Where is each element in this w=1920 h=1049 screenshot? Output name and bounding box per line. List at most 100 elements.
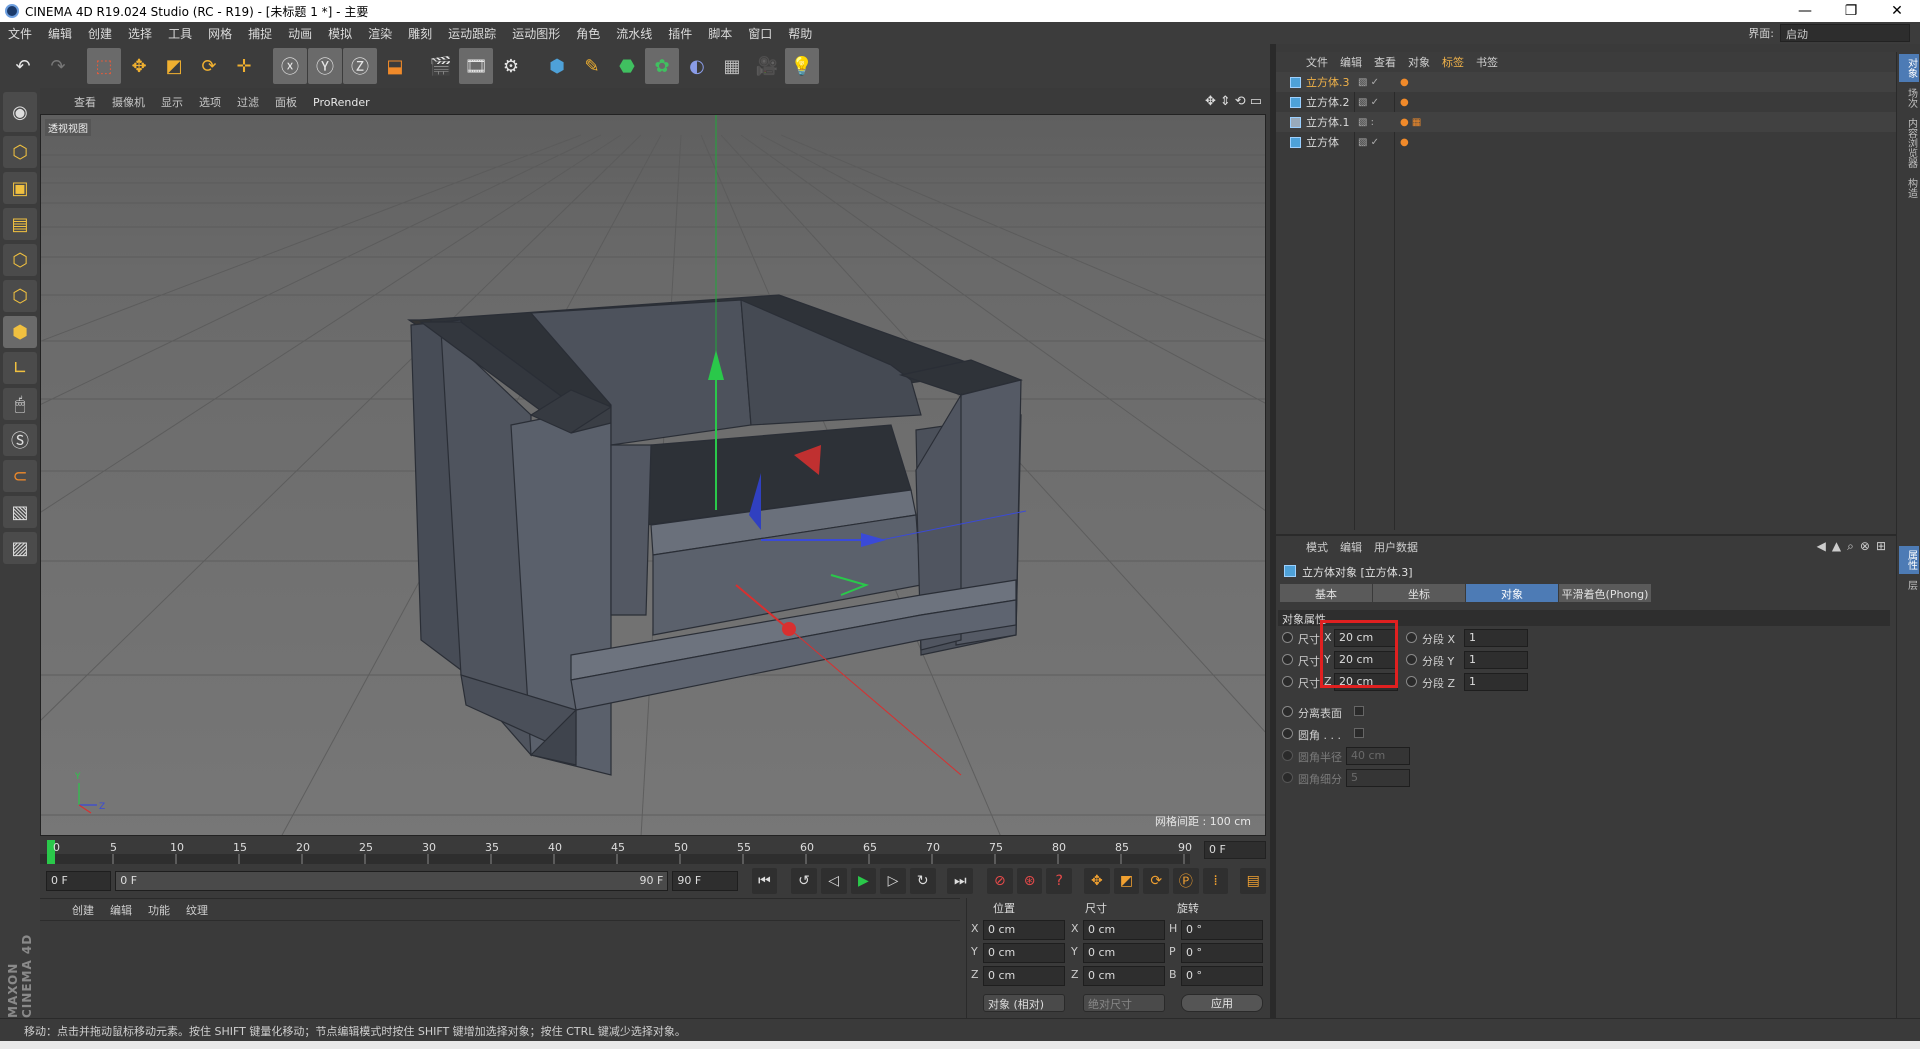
viewport-menu-options[interactable]: 选项	[191, 94, 229, 110]
maximize-view-icon[interactable]: ▭	[1250, 94, 1262, 109]
animate-radio[interactable]	[1282, 706, 1293, 717]
material-menu-edit[interactable]: 编辑	[102, 902, 140, 918]
objmgr-menu-edit[interactable]: 编辑	[1334, 54, 1368, 70]
workplane-lock-icon[interactable]: ▧	[3, 496, 37, 528]
animate-radio[interactable]	[1406, 632, 1417, 643]
rotate-icon[interactable]: ⟳	[192, 48, 226, 84]
visibility-flags-icon[interactable]: ▧ :	[1358, 117, 1374, 128]
visibility-flags-icon[interactable]: ▧ ✓	[1358, 77, 1379, 88]
animate-radio[interactable]	[1282, 728, 1293, 739]
minimize-button[interactable]: —	[1782, 0, 1828, 22]
viewport-menu-panel[interactable]: 面板	[267, 94, 305, 110]
floor-icon[interactable]: ▦	[715, 48, 749, 84]
next-frame-icon[interactable]: ▷	[880, 868, 906, 894]
object-row[interactable]: 立方体.3 ▧ ✓ ●	[1276, 72, 1896, 92]
phong-tag-icon[interactable]: ●	[1400, 137, 1409, 148]
menu-script[interactable]: 脚本	[700, 25, 740, 42]
separate-surfaces-checkbox[interactable]	[1354, 706, 1364, 716]
go-to-start-icon[interactable]: ⏮	[751, 868, 778, 894]
start-frame-field[interactable]: 0 F	[46, 871, 112, 891]
menu-mograph[interactable]: 运动图形	[504, 25, 568, 42]
render-view-icon[interactable]: 🎬	[424, 48, 458, 84]
size-y-field[interactable]: 0 cm	[1083, 943, 1165, 963]
objmgr-menu-tags[interactable]: 标签	[1436, 54, 1470, 70]
apply-button[interactable]: 应用	[1181, 994, 1263, 1012]
record-keys-icon[interactable]: ⊘	[987, 868, 1013, 894]
rotation-b-field[interactable]: 0 °	[1181, 966, 1263, 986]
points-mode-icon[interactable]: ⬡	[3, 244, 37, 276]
deformer-icon[interactable]: ◐	[680, 48, 714, 84]
end-frame-field[interactable]: 90 F	[672, 871, 738, 891]
close-button[interactable]: ✕	[1874, 0, 1920, 22]
coord-mode-dropdown[interactable]: 对象 (相对)	[983, 994, 1065, 1012]
material-menu-function[interactable]: 功能	[140, 902, 178, 918]
model-mode-icon[interactable]: ⬡	[3, 136, 37, 168]
menu-pipeline[interactable]: 流水线	[608, 25, 660, 42]
cube-object-icon[interactable]: ⬢	[540, 48, 574, 84]
autokey-icon[interactable]: ⊛	[1016, 868, 1043, 894]
render-settings-icon[interactable]: ⚙	[494, 48, 528, 84]
menu-render[interactable]: 渲染	[360, 25, 400, 42]
next-key-icon[interactable]: ↻	[909, 868, 936, 894]
viewport-menu-filter[interactable]: 过滤	[229, 94, 267, 110]
animate-radio[interactable]	[1282, 654, 1293, 665]
tweak-mode-icon[interactable]: 🖱	[3, 388, 37, 420]
previous-key-icon[interactable]: ↺	[791, 868, 817, 894]
make-editable-icon[interactable]: ◉	[3, 92, 37, 132]
phong-tag-icon[interactable]: ●	[1400, 97, 1409, 108]
perspective-viewport[interactable]: Y Z 透视视图 网格间距 : 100 cm	[40, 114, 1266, 836]
animate-radio[interactable]	[1282, 676, 1293, 687]
menu-file[interactable]: 文件	[0, 25, 40, 42]
animate-radio[interactable]	[1406, 676, 1417, 687]
live-selection-icon[interactable]: ⬚	[87, 48, 121, 84]
redo-icon[interactable]: ↷	[41, 48, 75, 84]
go-to-end-icon[interactable]: ⏭	[947, 868, 974, 894]
menu-mesh[interactable]: 网格	[200, 25, 240, 42]
render-picture-viewer-icon[interactable]: 🎞	[459, 48, 493, 84]
key-rotation-icon[interactable]: ⟳	[1143, 868, 1170, 894]
cloner-icon[interactable]: ✿	[645, 48, 679, 84]
position-y-field[interactable]: 0 cm	[983, 943, 1065, 963]
menu-character[interactable]: 角色	[568, 25, 608, 42]
objmgr-menu-bookmarks[interactable]: 书签	[1470, 54, 1504, 70]
menu-animate[interactable]: 动画	[280, 25, 320, 42]
tab-basic[interactable]: 基本	[1280, 584, 1372, 602]
object-name[interactable]: 立方体.2	[1306, 94, 1350, 110]
scale-icon[interactable]: ◩	[157, 48, 191, 84]
attr-menu-edit[interactable]: 编辑	[1334, 539, 1368, 555]
timeline-window-icon[interactable]: ▤	[1240, 868, 1267, 894]
transform-icon[interactable]: ✛	[227, 48, 261, 84]
undo-icon[interactable]: ↶	[6, 48, 40, 84]
menu-sculpt[interactable]: 雕刻	[400, 25, 440, 42]
pan-icon[interactable]: ✥	[1205, 94, 1216, 109]
camera-icon[interactable]: 🎥	[750, 48, 784, 84]
orbit-icon[interactable]: ⟲	[1235, 94, 1246, 109]
snap-icon[interactable]: Ⓢ	[3, 424, 37, 456]
play-icon[interactable]: ▶	[850, 868, 877, 894]
position-x-field[interactable]: 0 cm	[983, 920, 1065, 940]
edges-mode-icon[interactable]: ⬡	[3, 280, 37, 312]
dock-tab-structure[interactable]: 构造	[1899, 174, 1919, 202]
animate-radio[interactable]	[1282, 772, 1293, 783]
menu-motion-tracking[interactable]: 运动跟踪	[440, 25, 504, 42]
dock-tab-layers[interactable]: 层	[1899, 576, 1919, 594]
lock-icon[interactable]: ⊗	[1860, 539, 1870, 554]
menu-help[interactable]: 帮助	[780, 25, 820, 42]
size-z-field[interactable]: 0 cm	[1083, 966, 1165, 986]
tab-object[interactable]: 对象	[1466, 584, 1558, 602]
material-menu-create[interactable]: 创建	[64, 902, 102, 918]
keyframe-selection-icon[interactable]: ?	[1046, 868, 1073, 894]
dock-tab-attributes[interactable]: 属性	[1898, 546, 1919, 574]
key-position-icon[interactable]: ✥	[1084, 868, 1110, 894]
animate-radio[interactable]	[1282, 750, 1293, 761]
animate-radio[interactable]	[1406, 654, 1417, 665]
previous-frame-icon[interactable]: ◁	[820, 868, 847, 894]
size-x-field[interactable]: 0 cm	[1083, 920, 1165, 940]
axis-mode-icon[interactable]: ∟	[3, 352, 37, 384]
key-scale-icon[interactable]: ◩	[1113, 868, 1140, 894]
fillet-checkbox[interactable]	[1354, 728, 1364, 738]
position-z-field[interactable]: 0 cm	[983, 966, 1065, 986]
tab-coordinates[interactable]: 坐标	[1373, 584, 1465, 602]
workplane-icon[interactable]: ▤	[3, 208, 37, 240]
attr-menu-mode[interactable]: 模式	[1300, 539, 1334, 555]
